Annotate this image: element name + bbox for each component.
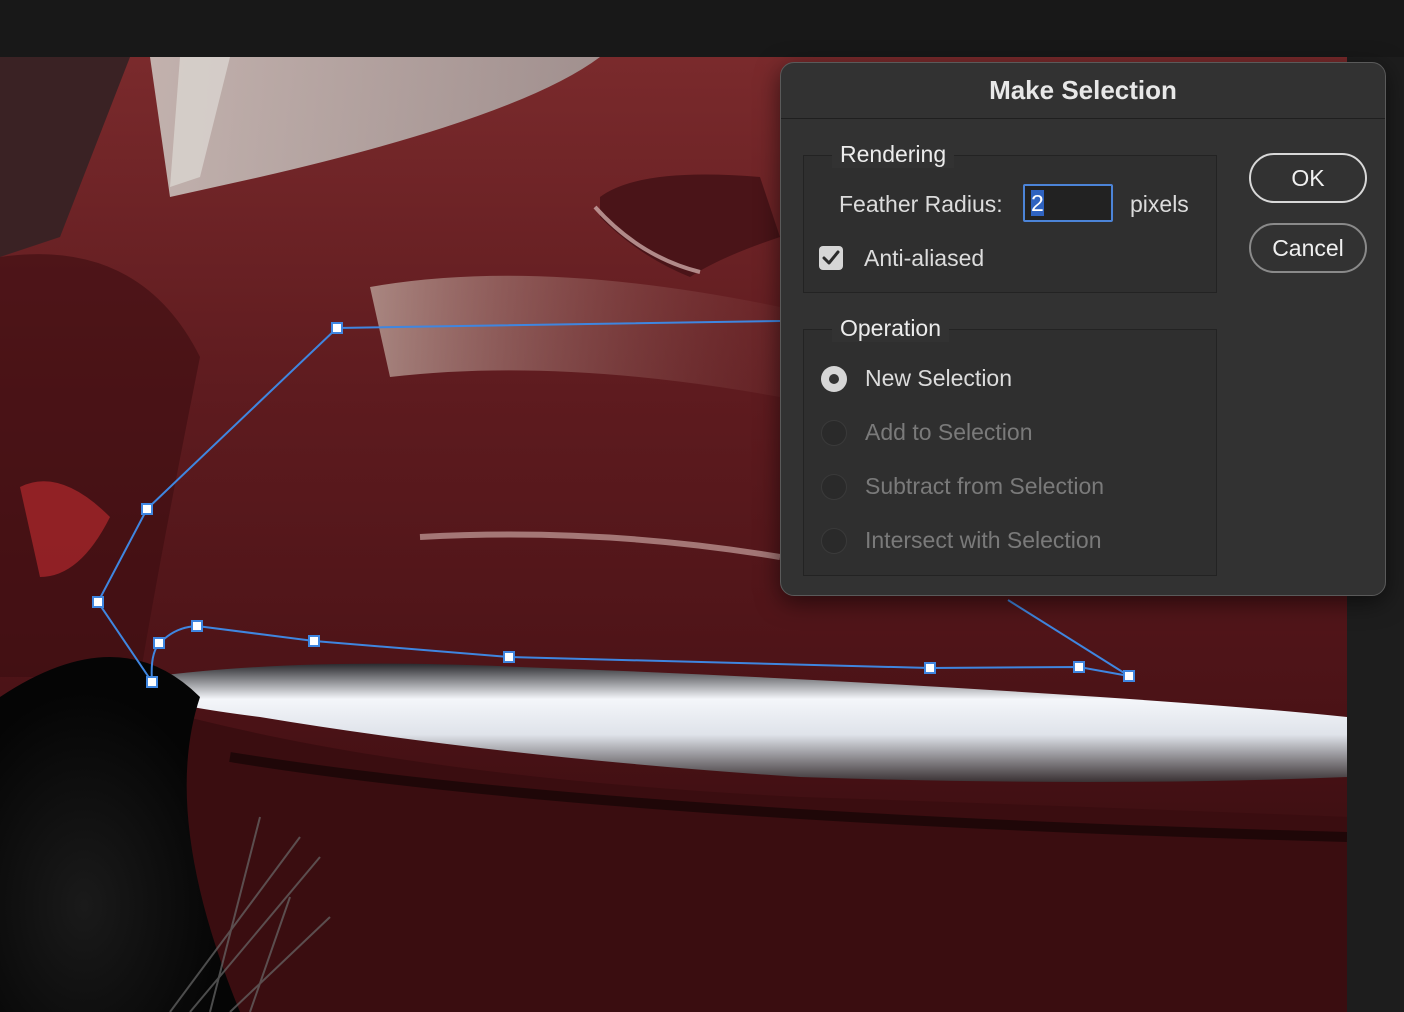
app-top-bar [0,0,1404,57]
make-selection-dialog: Make Selection Rendering Feather Radius:… [780,62,1386,596]
radio-unselected-icon[interactable] [821,474,847,500]
anti-aliased-checkbox[interactable] [819,246,843,270]
ok-button[interactable]: OK [1249,153,1367,203]
anchor-point[interactable] [1073,661,1085,673]
option-intersect-with-selection[interactable]: Intersect with Selection [865,527,1102,554]
anchor-point[interactable] [146,676,158,688]
checkmark-icon [822,250,840,265]
option-subtract-from-selection[interactable]: Subtract from Selection [865,473,1104,500]
dialog-titlebar[interactable]: Make Selection [781,63,1385,119]
anchor-point[interactable] [153,637,165,649]
anchor-point[interactable] [191,620,203,632]
anchor-point[interactable] [503,651,515,663]
feather-unit-label: pixels [1130,191,1189,217]
anti-aliased-label[interactable]: Anti-aliased [864,245,984,272]
anchor-point[interactable] [308,635,320,647]
radio-unselected-icon[interactable] [821,528,847,554]
cancel-button[interactable]: Cancel [1249,223,1367,273]
anchor-point[interactable] [1123,670,1135,682]
radio-unselected-icon[interactable] [821,420,847,446]
feather-radius-label: Feather Radius: [839,191,1003,217]
feather-radius-value[interactable]: 2 [1031,190,1044,216]
operation-legend: Operation [832,315,950,342]
dialog-title: Make Selection [989,75,1177,105]
option-add-to-selection[interactable]: Add to Selection [865,419,1033,446]
anchor-point[interactable] [924,662,936,674]
anchor-point[interactable] [141,503,153,515]
option-new-selection[interactable]: New Selection [865,365,1012,392]
radio-selected-icon[interactable] [821,366,847,392]
feather-radius-input[interactable]: 2 [1023,184,1113,222]
rendering-group: Rendering [803,141,1217,293]
rendering-legend: Rendering [832,141,955,168]
anchor-point[interactable] [92,596,104,608]
anchor-point[interactable] [331,322,343,334]
